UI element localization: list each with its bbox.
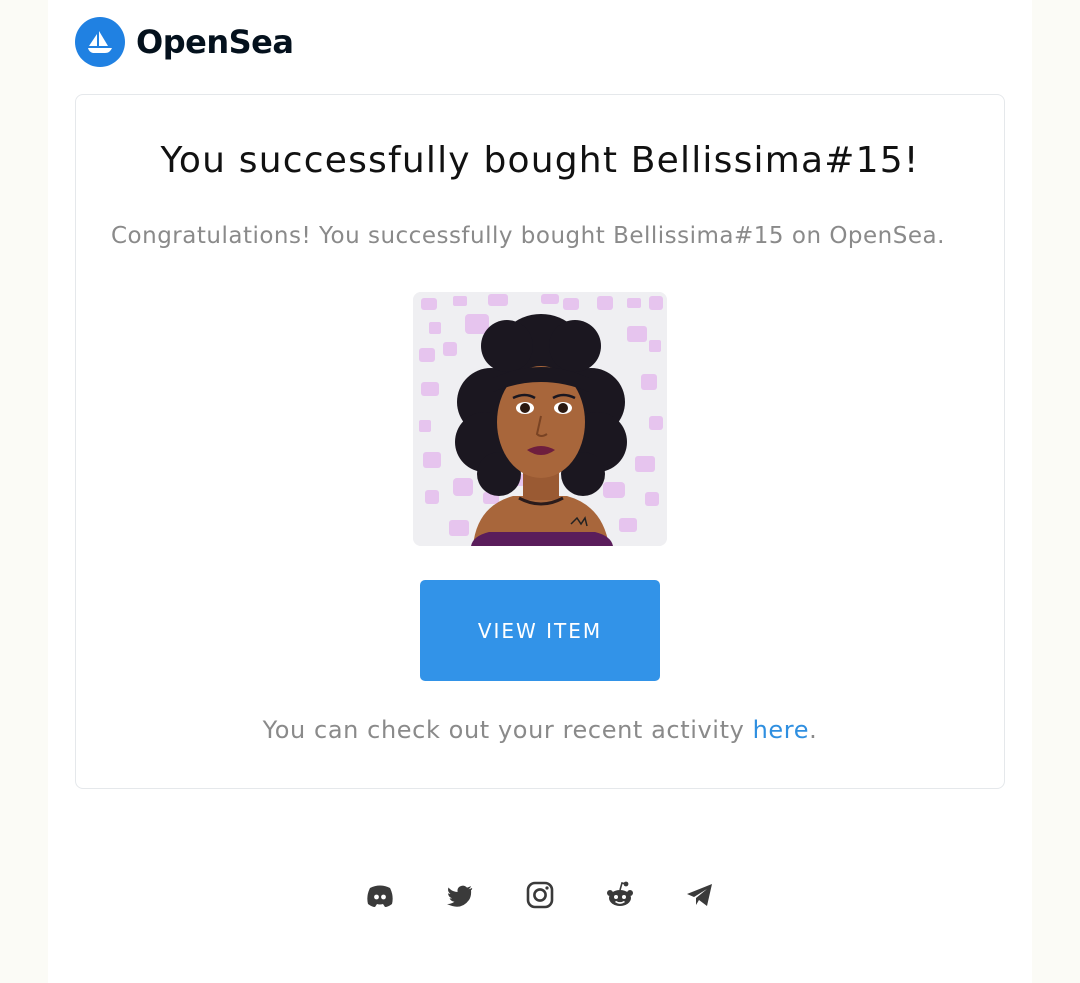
activity-suffix: .	[809, 716, 818, 744]
activity-text: You can check out your recent activity h…	[0, 716, 1080, 744]
reddit-icon[interactable]	[603, 878, 637, 912]
opensea-logo-icon	[75, 17, 125, 67]
activity-prefix: You can check out your recent activity	[262, 716, 753, 744]
congrats-text: Congratulations! You successfully bought…	[111, 223, 945, 249]
social-links	[0, 878, 1080, 912]
nft-image[interactable]	[413, 292, 667, 546]
instagram-icon[interactable]	[523, 878, 557, 912]
brand-header[interactable]: OpenSea	[75, 17, 294, 67]
discord-icon[interactable]	[363, 878, 397, 912]
brand-name: OpenSea	[136, 23, 294, 61]
activity-link[interactable]: here	[753, 716, 809, 744]
telegram-icon[interactable]	[683, 878, 717, 912]
twitter-icon[interactable]	[443, 878, 477, 912]
view-item-button[interactable]: VIEW ITEM	[420, 580, 660, 681]
purchase-title: You successfully bought Bellissima#15!	[160, 140, 920, 181]
portrait-illustration	[413, 292, 667, 546]
